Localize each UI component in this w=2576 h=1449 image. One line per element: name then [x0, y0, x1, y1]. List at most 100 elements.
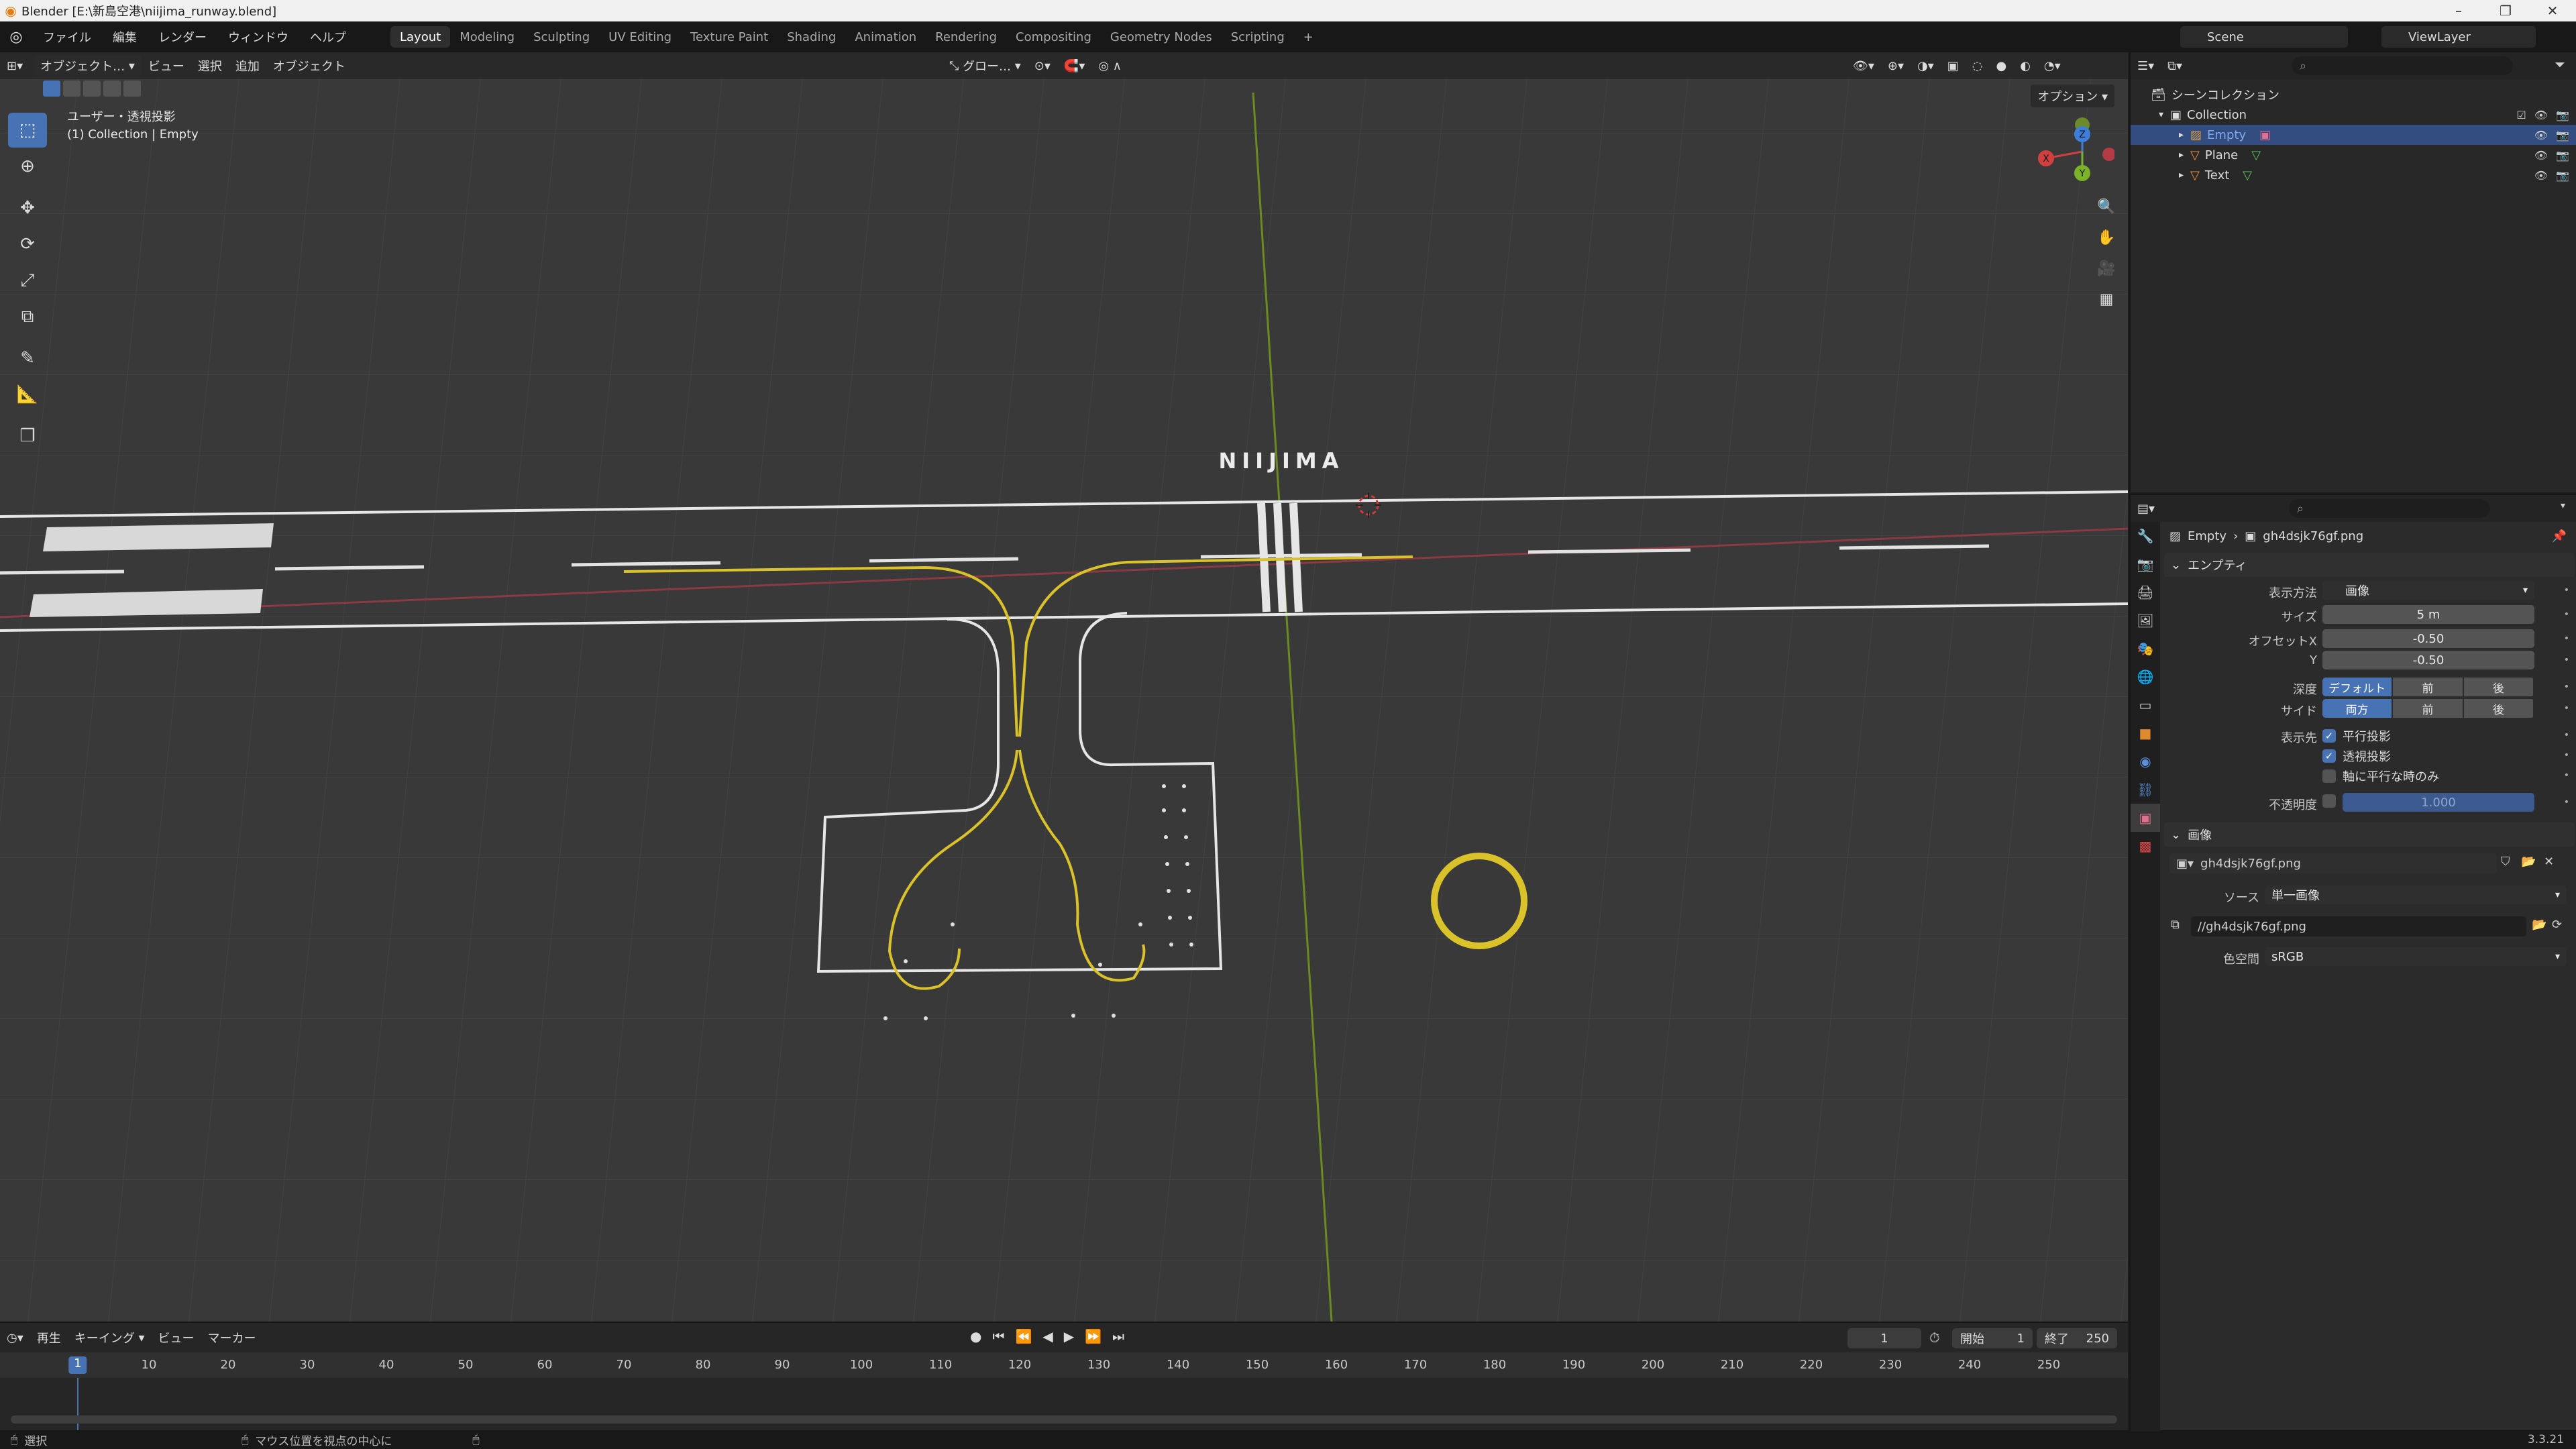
annotate-icon[interactable]: ✎ [8, 341, 47, 376]
menu-object[interactable]: オブジェクト [266, 55, 352, 76]
outliner-editor-icon[interactable]: ☰▾ [2131, 55, 2161, 76]
jump-start-icon[interactable]: ⏮ [992, 1328, 1004, 1344]
add-workspace-button[interactable]: + [1294, 26, 1323, 48]
empty-panel-header[interactable]: ⌄ エンプティ [2164, 553, 2575, 577]
tab-geometry-nodes[interactable]: Geometry Nodes [1101, 26, 1222, 48]
tab-uv-editing[interactable]: UV Editing [599, 26, 681, 48]
animate-dot-icon[interactable]: • [2564, 633, 2569, 644]
show-persp-checkbox[interactable]: ✓ 透視投影 [2322, 747, 2391, 765]
source-dropdown[interactable]: 単一画像 ▾ [2265, 885, 2567, 904]
object-tab-icon[interactable]: ■ [2131, 719, 2160, 747]
menu-view[interactable]: ビュー [142, 55, 191, 76]
checkbox-icon[interactable]: ☑ [2516, 109, 2526, 121]
tab-shading[interactable]: Shading [777, 26, 845, 48]
scene-tab-icon[interactable]: 🎭 [2131, 635, 2160, 663]
animate-dot-icon[interactable]: • [2564, 609, 2569, 620]
visibility-icon[interactable]: 👁▾ [1846, 55, 1881, 76]
ortho-toggle-icon[interactable]: ▦ [2093, 286, 2120, 313]
snap-icon[interactable]: 🧲▾ [1057, 55, 1091, 76]
eye-icon[interactable]: 👁 [2534, 129, 2548, 142]
tab-texture-paint[interactable]: Texture Paint [681, 26, 777, 48]
opacity-slider[interactable]: 1.000 [2343, 793, 2534, 812]
colorspace-dropdown[interactable]: sRGB ▾ [2265, 947, 2567, 966]
select-mode-subtract-icon[interactable] [83, 80, 101, 97]
move-icon[interactable]: ✥ [8, 191, 47, 225]
image-panel-header[interactable]: ⌄ 画像 [2164, 822, 2575, 847]
offset-y-field[interactable]: -0.50 [2322, 651, 2534, 669]
reload-icon[interactable]: ⟳ [2552, 918, 2562, 932]
outliner-search-input[interactable]: ⌕ [2292, 56, 2513, 75]
render-tab-icon[interactable]: 📷 [2131, 550, 2160, 578]
editor-type-icon[interactable]: ⊞▾ [0, 55, 30, 76]
outliner-item-collection[interactable]: ▾ ▣ Collection ☑ 👁 📷 [2131, 105, 2576, 125]
current-frame-field[interactable]: 1 [1847, 1328, 1921, 1348]
menu-select[interactable]: 選択 [191, 55, 229, 76]
viewport-scene[interactable]: NIIJIMA [0, 52, 2128, 1322]
timeline-track-area[interactable] [0, 1378, 2128, 1432]
options-button[interactable]: オプション ▾ [2031, 85, 2114, 107]
xray-toggle-icon[interactable]: ▣ [1941, 55, 1966, 76]
tab-scripting[interactable]: Scripting [1222, 26, 1294, 48]
select-box-icon[interactable]: ⬚ [8, 113, 47, 148]
animate-dot-icon[interactable]: • [2564, 703, 2569, 714]
shading-material-icon[interactable]: ◐ [2013, 55, 2037, 76]
jump-end-icon[interactable]: ⏭ [1112, 1328, 1124, 1344]
image-browse-icon[interactable]: ▣▾ [2176, 857, 2194, 871]
output-tab-icon[interactable]: 🖨 [2131, 578, 2160, 606]
unlink-close-icon[interactable]: ✕ [2544, 855, 2554, 869]
cursor-icon[interactable]: ⊕ [8, 149, 47, 184]
properties-editor-icon[interactable]: ▤▾ [2131, 498, 2161, 519]
animate-dot-icon[interactable]: • [2564, 585, 2569, 596]
animate-dot-icon[interactable]: • [2564, 655, 2569, 665]
side-both-option[interactable]: 両方 [2322, 699, 2392, 718]
camera-icon[interactable]: 📷 [2556, 169, 2569, 182]
eye-icon[interactable]: 👁 [2534, 109, 2548, 121]
tab-layout[interactable]: Layout [390, 26, 451, 48]
mode-selector[interactable]: オブジェクト… ▾ [34, 55, 142, 76]
preview-range-icon[interactable]: ⏱ [1929, 1330, 1940, 1346]
tab-sculpting[interactable]: Sculpting [524, 26, 599, 48]
measure-icon[interactable]: 📐 [8, 377, 47, 412]
display-mode-icon[interactable]: ⧉▾ [2161, 55, 2189, 76]
scale-icon[interactable]: ⤢ [8, 263, 47, 298]
record-icon[interactable]: ● [970, 1328, 981, 1344]
eye-icon[interactable]: 👁 [2534, 169, 2548, 182]
filter-icon[interactable]: ⏷ [2555, 56, 2565, 72]
menu-render[interactable]: レンダー [148, 21, 217, 52]
tab-animation[interactable]: Animation [845, 26, 926, 48]
tab-compositing[interactable]: Compositing [1006, 26, 1101, 48]
navigation-gizmo[interactable]: X Z Y [2021, 113, 2114, 193]
camera-view-icon[interactable]: 🎥 [2093, 255, 2120, 282]
end-frame-field[interactable]: 終了 250 [2037, 1328, 2117, 1348]
proportional-edit-icon[interactable]: ◎ ∧ [1091, 55, 1128, 76]
shading-rendered-icon[interactable]: ◔▾ [2037, 55, 2068, 76]
prev-keyframe-icon[interactable]: ⏪ [1015, 1328, 1032, 1344]
data-tab-icon[interactable]: ▣ [2131, 804, 2160, 832]
start-frame-field[interactable]: 開始 1 [1952, 1328, 2033, 1348]
menu-help[interactable]: ヘルプ [299, 21, 357, 52]
outliner-item-plane[interactable]: ▸ ▽ Plane ▽ 👁 📷 [2131, 145, 2576, 165]
browse-folder-icon[interactable]: 📂 [2532, 918, 2546, 932]
animate-dot-icon[interactable]: • [2564, 797, 2569, 808]
animate-dot-icon[interactable]: • [2564, 682, 2569, 692]
shading-solid-icon[interactable]: ● [1989, 55, 2013, 76]
texture-tab-icon[interactable]: ▩ [2131, 832, 2160, 860]
niijima-text-object[interactable]: NIIJIMA [1218, 448, 1344, 474]
camera-icon[interactable]: 📷 [2556, 109, 2569, 121]
options-chevron-icon[interactable]: ▾ [2561, 500, 2565, 511]
select-mode-new-icon[interactable] [43, 80, 60, 97]
outliner-scene-collection[interactable]: 🗃 シーンコレクション [2131, 85, 2576, 105]
image-datablock-selector[interactable]: ▣▾ gh4dsjk76gf.png [2169, 853, 2497, 873]
menu-window[interactable]: ウィンドウ [217, 21, 299, 52]
scene-selector[interactable]: Scene [2180, 26, 2348, 48]
opacity-checkbox[interactable] [2322, 794, 2336, 808]
expand-arrow-icon[interactable]: ▸ [2179, 150, 2184, 160]
animate-dot-icon[interactable]: • [2564, 770, 2569, 781]
zoom-icon[interactable]: 🔍 [2093, 193, 2120, 220]
fake-user-shield-icon[interactable]: ⛉ [2501, 855, 2510, 869]
blender-menu-icon[interactable]: ◎ [0, 21, 32, 52]
axis-aligned-checkbox[interactable]: 軸に平行な時のみ [2322, 767, 2439, 785]
filepath-input[interactable]: //gh4dsjk76gf.png [2191, 916, 2526, 936]
eye-icon[interactable]: 👁 [2534, 149, 2548, 162]
collapse-arrow-icon[interactable]: ▾ [2159, 109, 2163, 120]
